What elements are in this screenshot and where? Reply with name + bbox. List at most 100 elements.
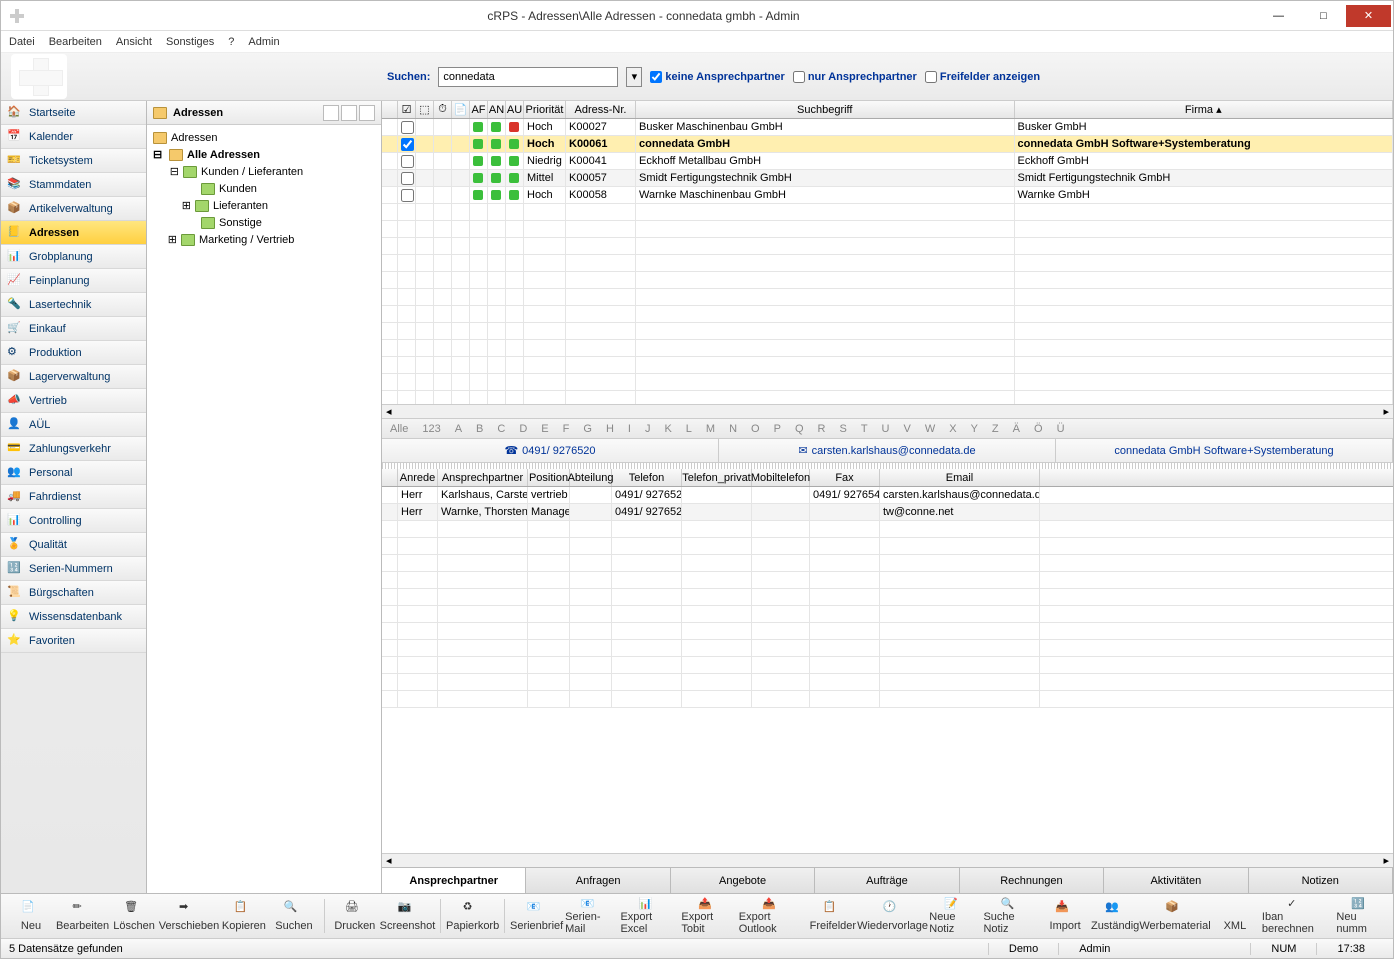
- nav-lagerverwaltung[interactable]: 📦Lagerverwaltung: [1, 365, 146, 389]
- grid-header-cell[interactable]: Suchbegriff: [636, 101, 1015, 118]
- nav-produktion[interactable]: ⚙Produktion: [1, 341, 146, 365]
- nav-lasertechnik[interactable]: 🔦Lasertechnik: [1, 293, 146, 317]
- grid-header-cell[interactable]: ⬚: [416, 101, 434, 118]
- hscroll-bar[interactable]: ◂▸: [382, 405, 1393, 419]
- nav-einkauf[interactable]: 🛒Einkauf: [1, 317, 146, 341]
- nav-favoriten[interactable]: ⭐Favoriten: [1, 629, 146, 653]
- tb-drucken[interactable]: 🖨Drucken: [331, 896, 379, 936]
- tab-notizen[interactable]: Notizen: [1249, 868, 1393, 893]
- menu-bearbeiten[interactable]: Bearbeiten: [49, 36, 102, 48]
- contacts-header-cell[interactable]: Anrede: [398, 469, 438, 486]
- tb-exportoutlook[interactable]: 📤Export Outlook: [738, 896, 807, 936]
- tree-tool-2[interactable]: [341, 105, 357, 121]
- nav-zahlungsverkehr[interactable]: 💳Zahlungsverkehr: [1, 437, 146, 461]
- contacts-header-cell[interactable]: Telefon_privat: [682, 469, 752, 486]
- chk-nur-ansprechpartner[interactable]: nur Ansprechpartner: [793, 71, 917, 83]
- tb-import[interactable]: 📥Import: [1041, 896, 1089, 936]
- grid-header-cell[interactable]: Priorität: [524, 101, 566, 118]
- alpha-D[interactable]: D: [519, 423, 527, 435]
- alpha-E[interactable]: E: [541, 423, 548, 435]
- chk-keine-ansprechpartner[interactable]: keine Ansprechpartner: [650, 71, 784, 83]
- alpha-G[interactable]: G: [583, 423, 592, 435]
- alpha-A[interactable]: A: [455, 423, 462, 435]
- contact-row[interactable]: HerrKarlshaus, Carstenvertrieb0491/ 9276…: [382, 487, 1393, 504]
- nav-qualitt[interactable]: 🏅Qualität: [1, 533, 146, 557]
- tb-serienmail[interactable]: 📧Serien-Mail: [564, 896, 617, 936]
- alpha-Ö[interactable]: Ö: [1034, 423, 1043, 435]
- grid-header-cell[interactable]: AN: [488, 101, 506, 118]
- address-row[interactable]: NiedrigK00041Eckhoff Metallbau GmbHEckho…: [382, 153, 1393, 170]
- address-row[interactable]: MittelK00057Smidt Fertigungstechnik GmbH…: [382, 170, 1393, 187]
- alpha-B[interactable]: B: [476, 423, 483, 435]
- alpha-T[interactable]: T: [861, 423, 868, 435]
- alpha-N[interactable]: N: [729, 423, 737, 435]
- alpha-123[interactable]: 123: [422, 423, 440, 435]
- tree-lieferanten[interactable]: ⊞ Lieferanten: [153, 197, 375, 214]
- contacts-header-cell[interactable]: Abteilung: [570, 469, 612, 486]
- grid-header-cell[interactable]: ☑: [398, 101, 416, 118]
- grid-header-cell[interactable]: Firma ▴: [1015, 101, 1394, 118]
- nav-adressen[interactable]: 📒Adressen: [1, 221, 146, 245]
- grid-header-cell[interactable]: AU: [506, 101, 524, 118]
- nav-personal[interactable]: 👥Personal: [1, 461, 146, 485]
- tb-neuenotiz[interactable]: 📝Neue Notiz: [928, 896, 980, 936]
- alpha-X[interactable]: X: [949, 423, 956, 435]
- tb-bearbeiten[interactable]: ✏Bearbeiten: [57, 896, 108, 936]
- tab-aktivitäten[interactable]: Aktivitäten: [1104, 868, 1248, 893]
- alpha-J[interactable]: J: [645, 423, 651, 435]
- nav-seriennummern[interactable]: 🔢Serien-Nummern: [1, 557, 146, 581]
- tb-suchenotiz[interactable]: 🔍Suche Notiz: [982, 896, 1039, 936]
- nav-wissensdatenbank[interactable]: 💡Wissensdatenbank: [1, 605, 146, 629]
- grid-header-cell[interactable]: 📄: [452, 101, 470, 118]
- alpha-R[interactable]: R: [818, 423, 826, 435]
- nav-fahrdienst[interactable]: 🚚Fahrdienst: [1, 485, 146, 509]
- contacts-header-cell[interactable]: Email: [880, 469, 1040, 486]
- tb-papierkorb[interactable]: ♻Papierkorb: [447, 896, 498, 936]
- contacts-hscroll[interactable]: ◂▸: [382, 853, 1393, 867]
- alpha-U[interactable]: U: [882, 423, 890, 435]
- nav-vertrieb[interactable]: 📣Vertrieb: [1, 389, 146, 413]
- alpha-L[interactable]: L: [686, 423, 692, 435]
- alpha-Ü[interactable]: Ü: [1057, 423, 1065, 435]
- tree-tool-1[interactable]: [323, 105, 339, 121]
- contact-row[interactable]: HerrWarnke, ThorstenManager0491/ 9276520…: [382, 504, 1393, 521]
- tb-verschieben[interactable]: ➡Verschieben: [160, 896, 218, 936]
- alpha-I[interactable]: I: [628, 423, 631, 435]
- nav-controlling[interactable]: 📊Controlling: [1, 509, 146, 533]
- alpha-O[interactable]: O: [751, 423, 760, 435]
- address-row[interactable]: HochK00058Warnke Maschinenbau GmbHWarnke…: [382, 187, 1393, 204]
- info-company[interactable]: connedata GmbH Software+Systemberatung: [1056, 439, 1393, 462]
- tree-sonstige[interactable]: Sonstige: [153, 214, 375, 231]
- minimize-button[interactable]: —: [1256, 5, 1301, 27]
- tb-xml[interactable]: XML: [1211, 896, 1259, 936]
- alpha-V[interactable]: V: [904, 423, 911, 435]
- search-dropdown-button[interactable]: ▾: [626, 67, 642, 87]
- maximize-button[interactable]: □: [1301, 5, 1346, 27]
- info-phone[interactable]: ☎0491/ 9276520: [382, 439, 719, 462]
- grid-header-cell[interactable]: [382, 101, 398, 118]
- tab-aufträge[interactable]: Aufträge: [815, 868, 959, 893]
- alpha-P[interactable]: P: [774, 423, 781, 435]
- grid-header-cell[interactable]: ⏱: [434, 101, 452, 118]
- tb-screenshot[interactable]: 📷Screenshot: [381, 896, 434, 936]
- menu-help[interactable]: ?: [228, 36, 234, 48]
- tb-suchen[interactable]: 🔍Suchen: [270, 896, 318, 936]
- alpha-S[interactable]: S: [839, 423, 846, 435]
- nav-stammdaten[interactable]: 📚Stammdaten: [1, 173, 146, 197]
- nav-kalender[interactable]: 📅Kalender: [1, 125, 146, 149]
- contacts-header-cell[interactable]: Telefon: [612, 469, 682, 486]
- tree-root[interactable]: Adressen: [153, 129, 375, 146]
- nav-artikelverwaltung[interactable]: 📦Artikelverwaltung: [1, 197, 146, 221]
- tb-serienbrief[interactable]: 📧Serienbrief: [511, 896, 562, 936]
- tb-neu[interactable]: 📄Neu: [7, 896, 55, 936]
- alpha-F[interactable]: F: [563, 423, 570, 435]
- alpha-Ä[interactable]: Ä: [1013, 423, 1020, 435]
- alpha-Z[interactable]: Z: [992, 423, 999, 435]
- tree-alle-adressen[interactable]: ⊟Alle Adressen: [153, 146, 375, 163]
- nav-grobplanung[interactable]: 📊Grobplanung: [1, 245, 146, 269]
- alpha-Q[interactable]: Q: [795, 423, 804, 435]
- tb-werbematerial[interactable]: 📦Werbematerial: [1141, 896, 1209, 936]
- alpha-H[interactable]: H: [606, 423, 614, 435]
- tb-wiedervorlage[interactable]: 🕐Wiedervorlage: [859, 896, 926, 936]
- tab-ansprechpartner[interactable]: Ansprechpartner: [382, 868, 526, 893]
